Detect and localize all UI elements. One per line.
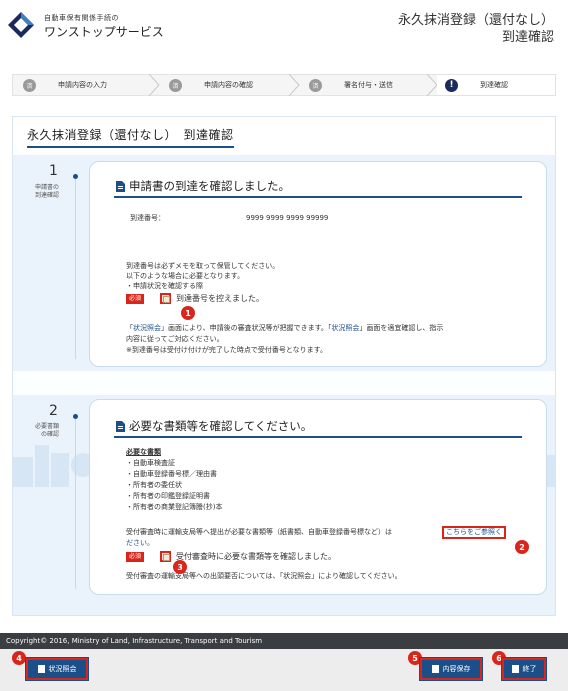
logo-title: ワンストップサービス <box>44 25 164 39</box>
step-input: 済 申請内容の入力 <box>13 75 149 95</box>
button-label: 終了 <box>522 665 537 673</box>
arrival-number-checkbox[interactable] <box>160 293 171 304</box>
doc-item: ・所有者の商業登記簿謄(抄)本 <box>126 503 223 511</box>
title-underline <box>114 196 522 198</box>
page-header-title: 永久抹消登録（還付なし） 到達確認 <box>398 12 554 46</box>
marker-2: 2 <box>515 540 529 554</box>
marker-3: 3 <box>173 560 187 574</box>
checkbox-label: 受付審査時に必要な書類等を確認しました。 <box>176 552 336 561</box>
logo-icon <box>8 12 34 38</box>
header: 自動車保有関係手続の ワンストップサービス 永久抹消登録（還付なし） 到達確認 <box>0 0 568 60</box>
progress-stepper: 済 申請内容の入力 済 申請内容の確認 済 署名付与・送信 ! 到達確認 <box>12 74 556 96</box>
step-sign-send: 済 署名付与・送信 <box>301 75 427 95</box>
doc-item: ・所有者の委任状 <box>126 481 182 489</box>
status-inquiry-button[interactable]: 状況照会 <box>25 657 89 681</box>
doc-item: ・自動車登録番号標／理由書 <box>126 470 217 478</box>
header-title-line2: 到達確認 <box>501 30 554 45</box>
panel-header: 永久抹消登録（還付なし） 到達確認 <box>13 117 555 155</box>
step-label: 署名付与・送信 <box>344 81 393 89</box>
save-content-button[interactable]: 内容保存 <box>419 657 483 681</box>
section-label-line: 必要書類 <box>34 423 59 430</box>
logo-subtitle: 自動車保有関係手続の <box>44 14 119 22</box>
section-number: 2 <box>49 403 58 419</box>
card-title: 必要な書類等を確認してください。 <box>116 418 312 434</box>
contact-note-cont: ださい。 <box>126 539 154 547</box>
step-label: 申請内容の入力 <box>58 81 107 89</box>
timeline-line <box>75 419 76 589</box>
note-text: ・申請状況を確認する際 <box>126 282 203 290</box>
info-text: 」画面を適宜確認し、指示 <box>359 324 444 332</box>
section-label-line: の確認 <box>40 431 59 438</box>
footer-toolbar: 4 状況照会 5 内容保存 6 終了 <box>0 649 568 691</box>
section-label-line: 申請書の <box>34 184 59 191</box>
info-text: 「 <box>126 324 133 332</box>
doc-item: ・自動車検査証 <box>126 459 175 467</box>
docs-heading: 必要な書類 <box>126 448 161 456</box>
button-label: 内容保存 <box>442 665 471 673</box>
copyright-bar: Copyright© 2016, Ministry of Land, Infra… <box>0 633 568 649</box>
step-done-icon: 済 <box>169 78 182 92</box>
step-label: 到達確認 <box>480 81 508 89</box>
content-panel: 永久抹消登録（還付なし） 到達確認 1 申請書の 到達確認 申請書の到達を確認し… <box>12 116 556 616</box>
reference-link[interactable]: こちらをご参照く <box>442 526 506 539</box>
documents-card: 必要な書類等を確認してください。 必要な書類 ・自動車検査証 ・自動車登録番号標… <box>89 399 547 595</box>
link-text[interactable]: こちらをご参照く <box>446 528 502 536</box>
exclamation-icon: ! <box>445 78 458 92</box>
header-title-line1: 永久抹消登録（還付なし） <box>397 13 554 28</box>
card-title-text: 必要な書類等を確認してください。 <box>129 419 313 433</box>
contact-note: 受付審査時に運輸支局等へ提出が必要な書類等（紙書類、自動車登録番号標など）は <box>126 528 392 536</box>
status-link[interactable]: 状況照会 <box>133 324 161 332</box>
info-text: 」画面により、申請後の審査状況等が把握できます。「 <box>161 324 332 332</box>
section-label: 申請書の 到達確認 <box>23 184 59 200</box>
doc-item: ・所有者の印鑑登録証明書 <box>126 492 210 500</box>
save-icon <box>431 665 439 673</box>
document-icon <box>116 180 125 192</box>
step-arrival: ! 到達確認 <box>437 75 555 95</box>
chevron-right-icon <box>148 74 160 96</box>
page-title: 永久抹消登録（還付なし） 到達確認 <box>27 126 234 148</box>
footer-note: 受付審査の運輸支局等への出頭要否については、「状況照会」により確認してください。 <box>126 572 402 580</box>
section-number: 1 <box>49 163 58 179</box>
section-divider <box>13 371 555 395</box>
arrival-number-label: 到達番号： <box>130 214 165 222</box>
document-icon <box>37 665 45 673</box>
step-label: 申請内容の確認 <box>204 81 253 89</box>
note-text: 以下のような場合に必要となります。 <box>126 272 245 280</box>
arrival-card: 申請書の到達を確認しました。 到達番号： 9999 9999 9999 9999… <box>89 161 547 367</box>
button-label: 状況照会 <box>48 665 77 673</box>
status-info-text: 「状況照会」画面により、申請後の審査状況等が把握できます。「状況照会」画面を適宜… <box>126 324 443 333</box>
checkbox-label: 到達番号を控えました。 <box>176 294 264 303</box>
marker-1: 1 <box>181 306 195 320</box>
card-title-text: 申請書の到達を確認しました。 <box>129 179 290 193</box>
step-done-icon: 済 <box>23 78 36 92</box>
section-label-line: 到達確認 <box>34 192 59 199</box>
arrival-number-value: 9999 9999 9999 99999 <box>246 214 329 222</box>
status-link[interactable]: 状況照会 <box>331 324 359 332</box>
section-label: 必要書類 の確認 <box>23 423 59 439</box>
documents-checkbox[interactable] <box>160 551 171 562</box>
exit-icon <box>511 665 519 673</box>
step-confirm: 済 申請内容の確認 <box>161 75 293 95</box>
required-badge: 必須 <box>126 552 145 562</box>
document-icon <box>116 420 125 432</box>
title-underline <box>114 436 522 438</box>
required-badge: 必須 <box>126 294 145 304</box>
card-title: 申請書の到達を確認しました。 <box>116 178 290 194</box>
marker-4: 4 <box>12 651 26 665</box>
chevron-right-icon <box>288 74 300 96</box>
info-text: ※到達番号は受付け付けが完了した時点で受付番号となります。 <box>126 346 327 354</box>
note-text: 到達番号は必ずメモを取って保管してください。 <box>126 262 280 270</box>
timeline-line <box>75 179 76 359</box>
step-done-icon: 済 <box>309 78 322 92</box>
exit-button[interactable]: 終了 <box>501 657 547 681</box>
info-text: 内容に従ってご対応ください。 <box>126 335 224 343</box>
